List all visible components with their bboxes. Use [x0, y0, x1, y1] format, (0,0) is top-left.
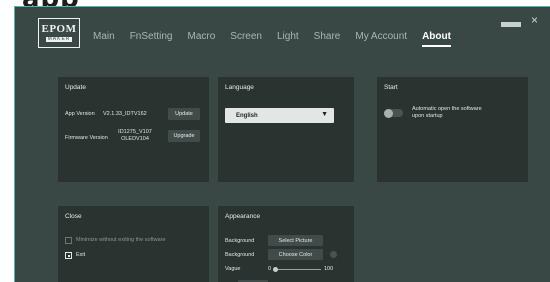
close-icon[interactable]: × [531, 13, 538, 27]
nav-item-screen[interactable]: Screen [230, 31, 262, 46]
upgrade-button[interactable]: Upgrade [168, 130, 200, 142]
epomaker-logo: EPOM MAKER [38, 18, 80, 48]
background-color-label: Background [225, 252, 255, 258]
vague-label: Vague [225, 266, 241, 272]
color-swatch[interactable] [330, 251, 337, 258]
vague-min-label: 0 [268, 266, 272, 272]
app-window: EPOM MAKER Main FnSetting Macro Screen L… [14, 6, 550, 282]
minimize-checkbox[interactable] [65, 237, 72, 244]
logo-sub-text: MAKER [45, 36, 73, 42]
minimize-option-label: Minimize without exiting the software [76, 237, 166, 243]
vague-slider-handle[interactable] [273, 267, 278, 272]
close-panel: Close Minimize without exiting the softw… [58, 206, 209, 282]
firmware-version-line1: ID1275_V107 [118, 129, 152, 135]
language-title: Language [225, 84, 254, 91]
update-button[interactable]: Update [168, 108, 200, 120]
autostart-label: Automatic open the software upon startup [412, 106, 482, 120]
nav-item-fnsetting[interactable]: FnSetting [130, 31, 173, 46]
nav-item-share[interactable]: Share [314, 31, 341, 46]
firmware-version-value: ID1275_V107 OLEDV104 [112, 129, 158, 143]
vague-slider-track[interactable] [274, 269, 321, 270]
nav-item-light[interactable]: Light [277, 31, 299, 46]
update-title: Update [65, 84, 86, 91]
nav-item-about[interactable]: About [422, 31, 451, 47]
logo-main-text: EPOM [41, 23, 77, 35]
vague-max-label: 100 [324, 266, 334, 272]
chevron-down-icon: ▼ [321, 111, 328, 118]
autostart-label-line1: Automatic open the software [412, 106, 482, 112]
start-panel: Start Automatic open the software upon s… [377, 77, 528, 182]
language-panel: Language English ▼ [218, 77, 354, 182]
start-title: Start [384, 84, 398, 91]
choose-color-button[interactable]: Choose Color [268, 249, 323, 260]
appearance-title: Appearance [225, 213, 261, 220]
autostart-label-line2: upon startup [412, 113, 443, 119]
update-panel: Update App Version V2.1.33_IDTV162 Updat… [58, 77, 209, 182]
firmware-version-line2: OLEDV104 [121, 136, 149, 142]
toggle-knob [384, 108, 393, 118]
background-picture-label: Background [225, 238, 255, 244]
language-selected-value: English [236, 112, 258, 119]
nav-item-macro[interactable]: Macro [188, 31, 216, 46]
app-version-label: App Version [65, 111, 95, 117]
select-picture-button[interactable]: Select Picture [268, 235, 323, 246]
app-version-value: V2.1.33_IDTV162 [103, 111, 147, 117]
appearance-panel: Appearance Background Select Picture Bac… [218, 206, 354, 282]
autostart-toggle[interactable] [384, 108, 403, 118]
close-title: Close [65, 213, 82, 220]
exit-checkbox[interactable] [65, 252, 72, 259]
main-nav: Main FnSetting Macro Screen Light Share … [93, 31, 466, 47]
minimize-button[interactable] [501, 22, 521, 27]
exit-option-label: Exit [76, 252, 86, 258]
firmware-version-label: Firmware Version [65, 135, 108, 141]
language-select[interactable]: English ▼ [225, 108, 334, 123]
nav-item-main[interactable]: Main [93, 31, 115, 46]
nav-item-my-account[interactable]: My Account [355, 31, 407, 46]
